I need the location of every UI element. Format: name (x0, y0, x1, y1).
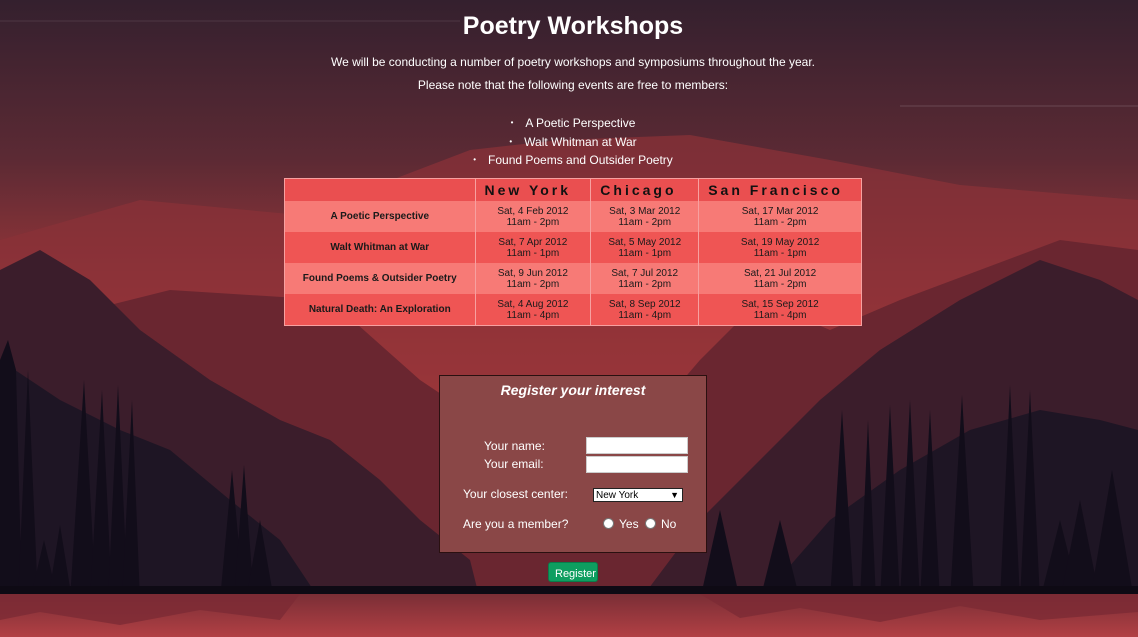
time-text: 11am - 2pm (506, 216, 560, 228)
event-name-cell: Natural Death: An Exploration (284, 294, 476, 326)
center-label: Your closest center: (463, 487, 568, 501)
date-cell: Sat, 15 Sep 2012 11am - 4pm (698, 294, 862, 326)
date-text: Sat, 21 Jul 2012 (743, 267, 817, 279)
list-item: Found Poems and Outsider Poetry (0, 151, 1138, 170)
time-text: 11am - 2pm (618, 278, 672, 290)
date-text: Sat, 7 Apr 2012 (498, 236, 568, 248)
time-text: 11am - 2pm (506, 278, 560, 290)
center-select-value: New York (596, 490, 639, 501)
time-text: 11am - 2pm (753, 216, 807, 228)
header-cell-empty (284, 178, 476, 201)
date-text: Sat, 17 Mar 2012 (741, 205, 819, 217)
date-cell: Sat, 4 Feb 2012 11am - 2pm (474, 201, 591, 232)
date-text: Sat, 5 May 2012 (608, 236, 682, 248)
register-button[interactable]: Register (548, 562, 598, 582)
member-yes-radio[interactable] (603, 518, 614, 529)
date-cell: Sat, 7 Apr 2012 11am - 1pm (474, 232, 591, 263)
date-cell: Sat, 21 Jul 2012 11am - 2pm (698, 263, 862, 294)
time-text: 11am - 4pm (506, 309, 560, 321)
page-title: Poetry Workshops (462, 12, 684, 40)
date-cell: Sat, 3 Mar 2012 11am - 2pm (590, 201, 699, 232)
date-cell: Sat, 5 May 2012 11am - 1pm (590, 232, 699, 263)
date-text: Sat, 19 May 2012 (740, 236, 820, 248)
table-row: Found Poems & Outsider Poetry Sat, 9 Jun… (284, 263, 862, 294)
table-row: Natural Death: An Exploration Sat, 4 Aug… (284, 294, 862, 326)
register-interest-form: Register your interest Your name: Your e… (439, 375, 707, 553)
page-content: Poetry Workshops We will be conducting a… (0, 0, 1138, 637)
free-events-list: A Poetic Perspective Walt Whitman at War… (0, 114, 1138, 170)
workshop-schedule-table: New York Chicago San Francisco A Poetic … (284, 178, 862, 326)
form-heading: Register your interest (500, 382, 646, 398)
date-text: Sat, 9 Jun 2012 (497, 267, 568, 279)
header-cell-new-york: New York (474, 178, 591, 201)
member-no-label: No (661, 517, 677, 531)
time-text: 11am - 4pm (753, 309, 807, 321)
date-cell: Sat, 19 May 2012 11am - 1pm (698, 232, 862, 263)
list-item: A Poetic Perspective (0, 114, 1138, 133)
date-text: Sat, 8 Sep 2012 (608, 298, 681, 310)
email-input[interactable] (586, 456, 688, 473)
time-text: 11am - 2pm (753, 278, 807, 290)
intro-text-1: We will be conducting a number of poetry… (330, 55, 816, 69)
date-cell: Sat, 17 Mar 2012 11am - 2pm (698, 201, 862, 232)
date-text: Sat, 4 Feb 2012 (497, 205, 569, 217)
chevron-down-icon: ▼ (670, 490, 679, 500)
date-text: Sat, 15 Sep 2012 (741, 298, 819, 310)
table-header-row: New York Chicago San Francisco (284, 178, 862, 201)
time-text: 11am - 4pm (618, 309, 672, 321)
time-text: 11am - 1pm (618, 247, 672, 259)
member-no-radio[interactable] (645, 518, 656, 529)
date-text: Sat, 7 Jul 2012 (611, 267, 679, 279)
center-select[interactable]: New York ▼ (593, 488, 683, 502)
intro-text-2: Please note that the following events ar… (417, 78, 729, 92)
date-cell: Sat, 4 Aug 2012 11am - 4pm (474, 294, 591, 326)
email-label: Your email: (484, 457, 544, 471)
date-cell: Sat, 9 Jun 2012 11am - 2pm (474, 263, 591, 294)
name-label: Your name: (484, 439, 545, 453)
event-name-cell: Walt Whitman at War (284, 232, 476, 263)
list-item: Walt Whitman at War (0, 133, 1138, 152)
time-text: 11am - 1pm (506, 247, 560, 259)
time-text: 11am - 2pm (618, 216, 672, 228)
date-cell: Sat, 7 Jul 2012 11am - 2pm (590, 263, 699, 294)
event-name-cell: A Poetic Perspective (284, 201, 476, 232)
date-cell: Sat, 8 Sep 2012 11am - 4pm (590, 294, 699, 326)
event-name-cell: Found Poems & Outsider Poetry (284, 263, 476, 294)
table-row: A Poetic Perspective Sat, 4 Feb 2012 11am… (284, 201, 862, 232)
member-yes-label: Yes (619, 517, 639, 531)
date-text: Sat, 4 Aug 2012 (497, 298, 569, 310)
header-cell-san-francisco: San Francisco (698, 178, 862, 201)
table-row: Walt Whitman at War Sat, 7 Apr 2012 11am … (284, 232, 862, 263)
member-label: Are you a member? (463, 517, 569, 531)
name-input[interactable] (586, 437, 688, 454)
time-text: 11am - 1pm (753, 247, 807, 259)
date-text: Sat, 3 Mar 2012 (609, 205, 681, 217)
header-cell-chicago: Chicago (590, 178, 699, 201)
